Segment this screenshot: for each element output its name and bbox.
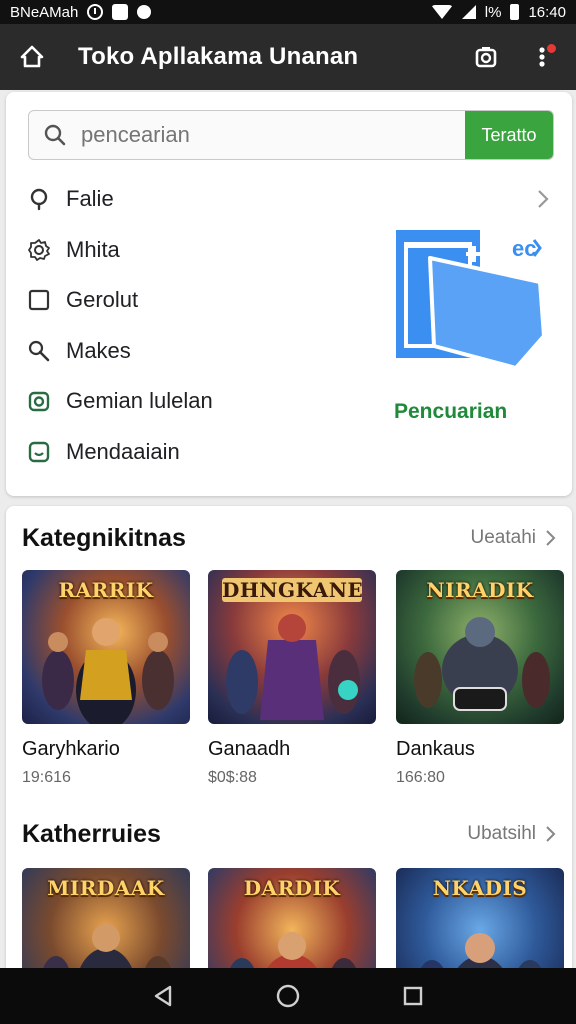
app-tile[interactable]: NIRADIK Dankaus 166:80 xyxy=(396,570,564,787)
battery-icon xyxy=(510,4,520,20)
section-header: Katherruies Ubatsihl xyxy=(22,814,556,854)
promo-label: Pencuarian xyxy=(394,400,508,423)
tile-banner: MIRDAAK xyxy=(47,876,165,900)
menu-item-mhita[interactable]: Mhita xyxy=(24,225,354,276)
app-name: Garyhkario xyxy=(22,738,120,760)
menu-item-label: Gemian lulelan xyxy=(66,388,213,414)
promo-tile[interactable]: ec Pencuarian xyxy=(394,228,558,424)
app-thumbnail: DHNGKANE xyxy=(208,570,376,724)
app-name: Dankaus xyxy=(396,738,475,760)
menu-item-label: Mhita xyxy=(66,236,120,262)
search-icon-wrap xyxy=(29,111,81,159)
promo-graphic: ec xyxy=(394,228,554,378)
recents-square-icon xyxy=(404,986,423,1006)
search-icon xyxy=(44,124,66,146)
menu-item-mendaaiain[interactable]: Mendaaiain xyxy=(24,427,354,478)
tile-banner: NKADIS xyxy=(432,876,528,900)
app-thumbnail: RARRIK xyxy=(22,570,190,724)
clock: 16:40 xyxy=(528,3,566,21)
tile-banner: RARRIK xyxy=(58,578,154,602)
menu-item-label: Gerolut xyxy=(66,287,139,313)
notification-icon xyxy=(112,4,129,20)
app-title: Toko Apllakama Unanan xyxy=(78,43,359,70)
wifi-icon xyxy=(430,5,453,19)
status-right: l% 16:40 xyxy=(430,3,566,21)
chevron-right-icon xyxy=(546,826,556,842)
app-name: Ganaadh xyxy=(208,738,291,760)
menu-list: Falie Mhita Gerolut Makes Gemian lulelan xyxy=(24,174,354,477)
battery-percent: l% xyxy=(484,3,502,21)
record-icon xyxy=(137,5,152,19)
app-price: 19:616 xyxy=(22,769,71,786)
gear-icon xyxy=(24,235,54,265)
back-triangle-icon xyxy=(154,985,171,1007)
menu-item-label: Mendaaiain xyxy=(66,438,180,464)
menu-card: Teratto Falie Mhita Gerolut Makes xyxy=(6,92,572,496)
see-more-label: Ubatsihl xyxy=(467,823,536,844)
search-icon xyxy=(24,336,54,366)
app-thumbnail: NIRADIK xyxy=(396,570,564,724)
home-icon xyxy=(20,45,44,68)
tile-banner: DHNGKANE xyxy=(222,578,364,602)
menu-item-label: Falie xyxy=(66,186,114,212)
smiley-icon xyxy=(24,437,54,467)
chevron-right-icon[interactable] xyxy=(536,188,550,215)
status-left: BNeAMah xyxy=(10,3,152,21)
system-nav-bar xyxy=(0,968,576,1024)
app-price: $0$:88 xyxy=(208,769,257,786)
home-nav-button[interactable] xyxy=(268,976,308,1016)
status-bar: BNeAMah l% 16:40 xyxy=(0,0,576,24)
section-title: Katherruies xyxy=(22,819,161,848)
search-input[interactable] xyxy=(81,111,465,159)
recents-button[interactable] xyxy=(393,976,433,1016)
checkbox-icon xyxy=(24,285,54,315)
sync-icon xyxy=(87,4,104,20)
promo-badge: ec xyxy=(512,236,537,261)
location-pin-icon xyxy=(24,184,54,214)
camera-button[interactable] xyxy=(468,39,504,75)
carrier-label: BNeAMah xyxy=(10,3,79,21)
search-bar: Teratto xyxy=(28,110,554,160)
app-bar: Toko Apllakama Unanan xyxy=(0,24,576,90)
camera-icon xyxy=(24,386,54,416)
search-button[interactable]: Teratto xyxy=(465,111,553,159)
tile-banner: DARDIK xyxy=(243,876,341,900)
menu-item-gerolut[interactable]: Gerolut xyxy=(24,275,354,326)
chevron-right-icon xyxy=(546,530,556,546)
overflow-menu-button[interactable] xyxy=(524,39,560,75)
back-button[interactable] xyxy=(143,976,183,1016)
categories-card: Kategnikitnas Ueatahi RARRIK Garyhkario … xyxy=(6,506,572,1024)
section-header: Kategnikitnas Ueatahi xyxy=(22,518,556,558)
home-circle-icon xyxy=(276,984,300,1008)
see-more-label: Ueatahi xyxy=(470,527,537,548)
menu-item-makes[interactable]: Makes xyxy=(24,326,354,377)
home-button[interactable] xyxy=(16,41,48,73)
menu-item-falie[interactable]: Falie xyxy=(24,174,354,225)
see-more-link[interactable]: Ubatsihl xyxy=(467,823,556,845)
tile-banner: NIRADIK xyxy=(426,578,534,602)
app-price: 166:80 xyxy=(396,769,445,786)
app-tile[interactable]: RARRIK Garyhkario 19:616 xyxy=(22,570,190,787)
signal-icon xyxy=(461,5,476,19)
menu-item-gemian-lulelan[interactable]: Gemian lulelan xyxy=(24,376,354,427)
section-title: Kategnikitnas xyxy=(22,523,186,552)
app-tile[interactable]: DHNGKANE Ganaadh $0$:88 xyxy=(208,570,376,787)
notification-badge xyxy=(545,42,558,55)
camera-icon xyxy=(475,47,497,68)
see-more-link[interactable]: Ueatahi xyxy=(471,527,557,549)
menu-item-label: Makes xyxy=(66,337,131,363)
